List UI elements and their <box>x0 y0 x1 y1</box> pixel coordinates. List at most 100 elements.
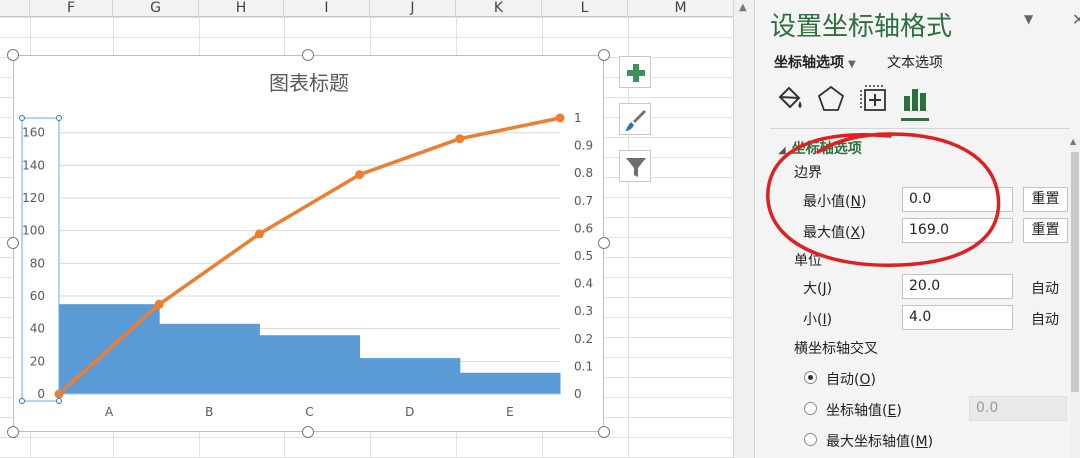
axis-crosses-label: 横坐标轴交叉 <box>794 341 878 357</box>
pentagon-icon[interactable] <box>816 84 846 114</box>
min-bound-reset-button[interactable]: 重置 <box>1023 187 1068 212</box>
column-header-f[interactable]: F <box>30 0 113 17</box>
pane-vertical-scrollbar[interactable]: ▲ <box>1070 137 1080 458</box>
close-icon[interactable]: ✕ <box>1072 10 1080 29</box>
resize-handle-bottom[interactable] <box>302 426 314 438</box>
min-bound-input[interactable]: 0.0 <box>902 187 1013 212</box>
y-secondary-tick-label: 0.4 <box>574 277 593 291</box>
crosses-axis-value-input[interactable]: 0.0 <box>969 396 1067 421</box>
resize-handle-right[interactable] <box>598 237 610 249</box>
worksheet[interactable]: F G H I J K L M 图表标题 0 20 40 60 80 100 120 140 16… <box>0 0 733 458</box>
major-unit-label: 大(J) <box>803 281 833 297</box>
x-tick-label: E <box>506 405 514 419</box>
column-header-i[interactable]: I <box>284 0 370 17</box>
plus-icon <box>627 64 645 82</box>
y-secondary-tick-label: 0.2 <box>574 332 593 346</box>
y-primary-tick-label: 40 <box>30 322 45 336</box>
column-header-m[interactable]: M <box>628 0 733 17</box>
x-tick-label: D <box>405 405 414 419</box>
column-header-g[interactable]: G <box>113 0 199 17</box>
y-primary-tick-label: 20 <box>30 354 45 368</box>
chevron-down-icon[interactable]: ▼ <box>848 59 856 70</box>
cumulative-point-3 <box>355 170 365 180</box>
pane-scroll-up-icon[interactable]: ▲ <box>1070 137 1076 146</box>
resize-handle-top-right[interactable] <box>598 49 610 61</box>
crosses-max-value-radio[interactable] <box>804 433 817 446</box>
y-primary-tick-label: 80 <box>30 256 45 270</box>
section-axis-options[interactable]: ◢ 坐标轴选项 <box>778 138 862 158</box>
chart-filters-button[interactable] <box>619 150 651 182</box>
resize-handle-bottom-right[interactable] <box>598 426 610 438</box>
y-secondary-tick-label: 0.6 <box>574 221 593 235</box>
chart-elements-button[interactable] <box>619 56 651 88</box>
crosses-auto-label[interactable]: 自动(O) <box>826 369 876 389</box>
axis-selection-handle <box>56 398 62 404</box>
chart-styles-button[interactable] <box>619 103 651 135</box>
scroll-up-arrow-icon[interactable]: ▲ <box>739 2 747 13</box>
cumulative-point-1 <box>154 299 164 309</box>
axis-selection-handle <box>19 115 25 121</box>
min-bound-label: 最小值(N) <box>803 194 867 210</box>
max-bound-label: 最大值(X) <box>803 225 866 241</box>
resize-handle-top-left[interactable] <box>7 49 19 61</box>
column-header-partial[interactable] <box>0 0 30 17</box>
section-axis-options-label: 坐标轴选项 <box>791 141 862 157</box>
tab-axis-options[interactable]: 坐标轴选项 ▼ <box>774 52 856 72</box>
chart-area[interactable]: 图表标题 0 20 40 60 80 100 120 140 160 0 0.1 0.2 0.3 0.4 0.… <box>13 55 604 432</box>
max-bound-input[interactable]: 169.0 <box>902 218 1013 243</box>
bar-chart-icon[interactable] <box>901 84 931 114</box>
bar-C <box>259 335 361 394</box>
filter-icon <box>626 158 646 177</box>
y-secondary-tick-label: 0.9 <box>574 139 593 153</box>
y-secondary-tick-label: 0.5 <box>574 249 593 263</box>
bar-B <box>159 323 260 394</box>
resize-handle-top[interactable] <box>302 49 314 61</box>
minor-unit-input[interactable]: 4.0 <box>902 305 1013 330</box>
y-secondary-tick-label: 0.8 <box>574 166 593 180</box>
tab-text-options[interactable]: 文本选项 <box>887 52 943 72</box>
units-label: 单位 <box>794 253 822 269</box>
resize-handle-bottom-left[interactable] <box>7 426 19 438</box>
y-secondary-tick-label: 0.3 <box>574 304 593 318</box>
cumulative-point-5 <box>555 113 565 123</box>
pane-divider <box>770 128 1070 129</box>
size-properties-icon[interactable] <box>859 84 889 114</box>
active-category-indicator <box>901 118 929 121</box>
brush-icon <box>625 110 646 131</box>
bar-E <box>459 372 561 394</box>
crosses-axis-value-radio[interactable] <box>804 402 817 415</box>
column-header-j[interactable]: J <box>370 0 456 17</box>
crosses-max-value-label[interactable]: 最大坐标轴值(M) <box>826 431 933 451</box>
max-bound-reset-button[interactable]: 重置 <box>1023 218 1068 243</box>
crosses-axis-value-label[interactable]: 坐标轴值(E) <box>826 400 902 420</box>
resize-handle-left[interactable] <box>7 237 19 249</box>
y-secondary-tick-label: 1 <box>574 111 582 125</box>
worksheet-vertical-scrollbar[interactable]: ▲ <box>733 0 755 458</box>
pane-title: 设置坐标轴格式 <box>770 12 953 42</box>
axis-selection-handle <box>19 398 25 404</box>
y-primary-tick-label: 100 <box>22 224 45 238</box>
chart-title: 图表标题 <box>269 71 349 95</box>
x-tick-label: C <box>305 405 313 419</box>
cumulative-point-2 <box>254 229 264 239</box>
minor-unit-auto-label: 自动 <box>1031 312 1059 328</box>
y-secondary-tick-label: 0 <box>574 387 582 401</box>
y-primary-tick-label: 160 <box>22 126 45 140</box>
pareto-chart[interactable]: 图表标题 0 20 40 60 80 100 120 140 160 0 0.1 0.2 0.3 0.4 0.… <box>14 56 605 433</box>
column-header-bar: F G H I J K L M <box>0 0 733 17</box>
major-unit-input[interactable]: 20.0 <box>902 274 1013 299</box>
pane-options-dropdown-icon[interactable]: ▼ <box>1024 12 1033 26</box>
cumulative-point-4 <box>455 134 465 144</box>
column-header-h[interactable]: H <box>199 0 284 17</box>
fill-bucket-icon[interactable] <box>774 84 804 114</box>
minor-unit-label: 小(I) <box>803 312 833 328</box>
y-primary-tick-label: 120 <box>22 191 45 205</box>
major-unit-auto-label: 自动 <box>1031 281 1059 297</box>
column-header-k[interactable]: K <box>456 0 542 17</box>
y-primary-tick-label: 140 <box>22 158 45 172</box>
bar-D <box>359 358 461 394</box>
crosses-auto-radio[interactable] <box>804 371 817 384</box>
pane-scrollbar-thumb[interactable] <box>1071 152 1079 392</box>
column-header-l[interactable]: L <box>542 0 628 17</box>
x-tick-label: A <box>105 405 114 419</box>
